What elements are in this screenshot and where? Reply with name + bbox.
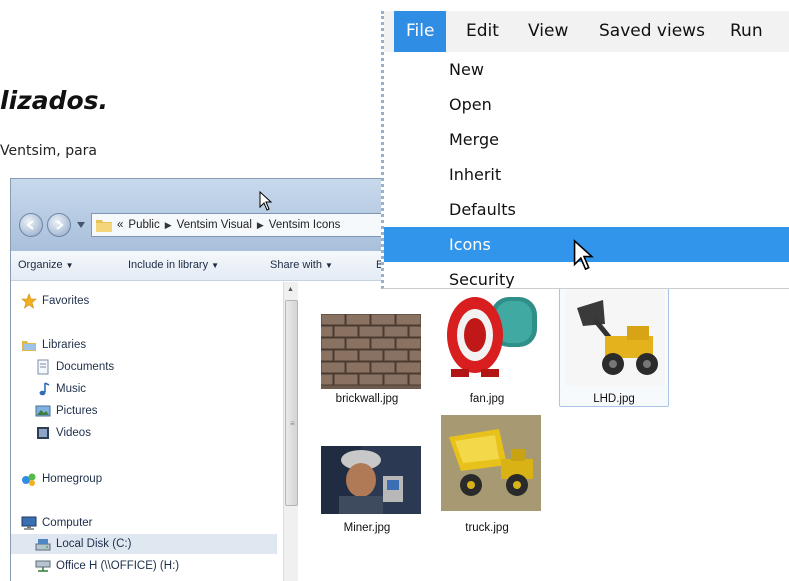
grip-icon: ≡ (290, 419, 295, 428)
nav-libraries-label: Libraries (42, 339, 87, 351)
file-name: Miner.jpg (343, 522, 391, 534)
menu-item-open[interactable]: Open (384, 87, 789, 122)
menu-item-merge[interactable]: Merge (384, 122, 789, 157)
file-tile-truck[interactable]: truck.jpg (431, 415, 543, 542)
brickwall-thumbnail (321, 314, 421, 389)
menu-item-inherit[interactable]: Inherit (384, 157, 789, 192)
music-note-icon (39, 382, 50, 396)
file-tile-miner[interactable]: Miner.jpg (311, 422, 423, 542)
nav-computer[interactable]: Computer (21, 513, 93, 533)
organize-button[interactable]: Organize ▼ (18, 259, 74, 271)
breadcrumb-item-public[interactable]: Public (128, 219, 159, 231)
chevron-down-icon: ▼ (324, 261, 333, 270)
share-with-button[interactable]: Share with ▼ (270, 259, 333, 271)
scroll-thumb[interactable]: ≡ (285, 300, 298, 506)
nav-libraries[interactable]: Libraries (21, 335, 86, 355)
include-in-library-label: Include in library (128, 259, 209, 271)
fan-thumbnail (447, 297, 537, 377)
nav-music[interactable]: Music (35, 379, 86, 399)
file-tile-brickwall[interactable]: brickwall.jpg (311, 287, 423, 407)
nav-videos[interactable]: Videos (35, 423, 91, 443)
homegroup-icon (22, 473, 36, 486)
breadcrumb-overflow[interactable]: « (117, 219, 123, 231)
nav-pictures[interactable]: Pictures (35, 401, 98, 421)
file-tile-fan[interactable]: fan.jpg (431, 287, 543, 407)
navigation-pane: Favorites Libraries Documents Music Pict… (11, 282, 281, 581)
file-content-area: brickwall.jpg fan.jpg LHD.jpg Miner.jpg … (301, 282, 675, 581)
nav-favorites[interactable]: Favorites (21, 291, 89, 311)
forward-button[interactable] (47, 213, 71, 237)
breadcrumb-separator-icon[interactable]: ▶ (165, 220, 172, 231)
file-name: LHD.jpg (593, 393, 635, 405)
breadcrumb-item-ventsim-visual[interactable]: Ventsim Visual (177, 219, 252, 231)
forward-arrow-icon (56, 220, 64, 230)
breadcrumb-item-ventsim-icons[interactable]: Ventsim Icons (269, 219, 341, 231)
folder-icon (96, 220, 112, 232)
nav-computer-label: Computer (42, 517, 93, 529)
menu-saved-views[interactable]: Saved views (587, 11, 717, 52)
organize-label: Organize (18, 259, 63, 271)
chevron-down-icon: ▼ (65, 261, 74, 270)
nav-pictures-label: Pictures (56, 405, 98, 417)
back-button[interactable] (19, 213, 43, 237)
documents-icon (37, 359, 49, 375)
nav-office-drive[interactable]: Office H (\\OFFICE) (H:) (35, 556, 179, 576)
menu-edit[interactable]: Edit (454, 11, 511, 52)
include-in-library-button[interactable]: Include in library ▼ (128, 259, 219, 271)
menu-item-defaults[interactable]: Defaults (384, 192, 789, 227)
file-name: fan.jpg (469, 393, 505, 405)
nav-videos-label: Videos (56, 427, 91, 439)
pictures-icon (35, 405, 51, 417)
document-text: Ventsim, para (0, 143, 97, 159)
mouse-pointer-icon (259, 191, 273, 211)
document-heading: lizados. (0, 86, 109, 115)
nav-music-label: Music (56, 383, 87, 395)
nav-homegroup[interactable]: Homegroup (21, 469, 102, 489)
menu-item-new[interactable]: New (384, 52, 789, 87)
file-menu-panel: File Edit View Saved views Run New Open … (381, 11, 789, 289)
recent-pages-dropdown-icon[interactable] (77, 222, 85, 228)
address-bar[interactable]: « Public ▶ Ventsim Visual ▶ Ventsim Icon… (91, 213, 401, 237)
truck-thumbnail (441, 415, 541, 511)
libraries-icon (22, 341, 36, 351)
menu-run[interactable]: Run (718, 11, 775, 52)
miner-thumbnail (321, 446, 421, 514)
file-name: brickwall.jpg (335, 393, 399, 405)
breadcrumb-separator-icon[interactable]: ▶ (257, 220, 264, 231)
menu-file[interactable]: File (394, 11, 447, 52)
nav-local-disk[interactable]: Local Disk (C:) (11, 534, 277, 554)
hard-drive-icon (35, 539, 51, 551)
back-arrow-icon (26, 220, 34, 230)
lhd-thumbnail (565, 290, 665, 386)
videos-icon (37, 427, 49, 439)
mouse-pointer-icon (573, 239, 594, 271)
share-with-label: Share with (270, 259, 322, 271)
star-icon (21, 293, 37, 309)
file-name: truck.jpg (465, 522, 509, 534)
nav-favorites-label: Favorites (42, 295, 90, 307)
menu-bar: File Edit View Saved views Run (384, 11, 789, 52)
nav-office-drive-label: Office H (\\OFFICE) (H:) (56, 560, 180, 572)
nav-homegroup-label: Homegroup (42, 473, 103, 485)
nav-documents-label: Documents (56, 361, 115, 373)
menu-view[interactable]: View (516, 11, 580, 52)
computer-icon (21, 516, 37, 530)
file-tile-lhd[interactable]: LHD.jpg (559, 285, 669, 407)
nav-local-disk-label: Local Disk (C:) (56, 538, 132, 550)
scroll-up-arrow-icon[interactable]: ▲ (287, 286, 294, 293)
network-drive-icon (35, 560, 51, 572)
nav-documents[interactable]: Documents (35, 357, 114, 377)
navigation-scrollbar[interactable]: ▲ ≡ (283, 282, 298, 581)
chevron-down-icon: ▼ (211, 261, 220, 270)
